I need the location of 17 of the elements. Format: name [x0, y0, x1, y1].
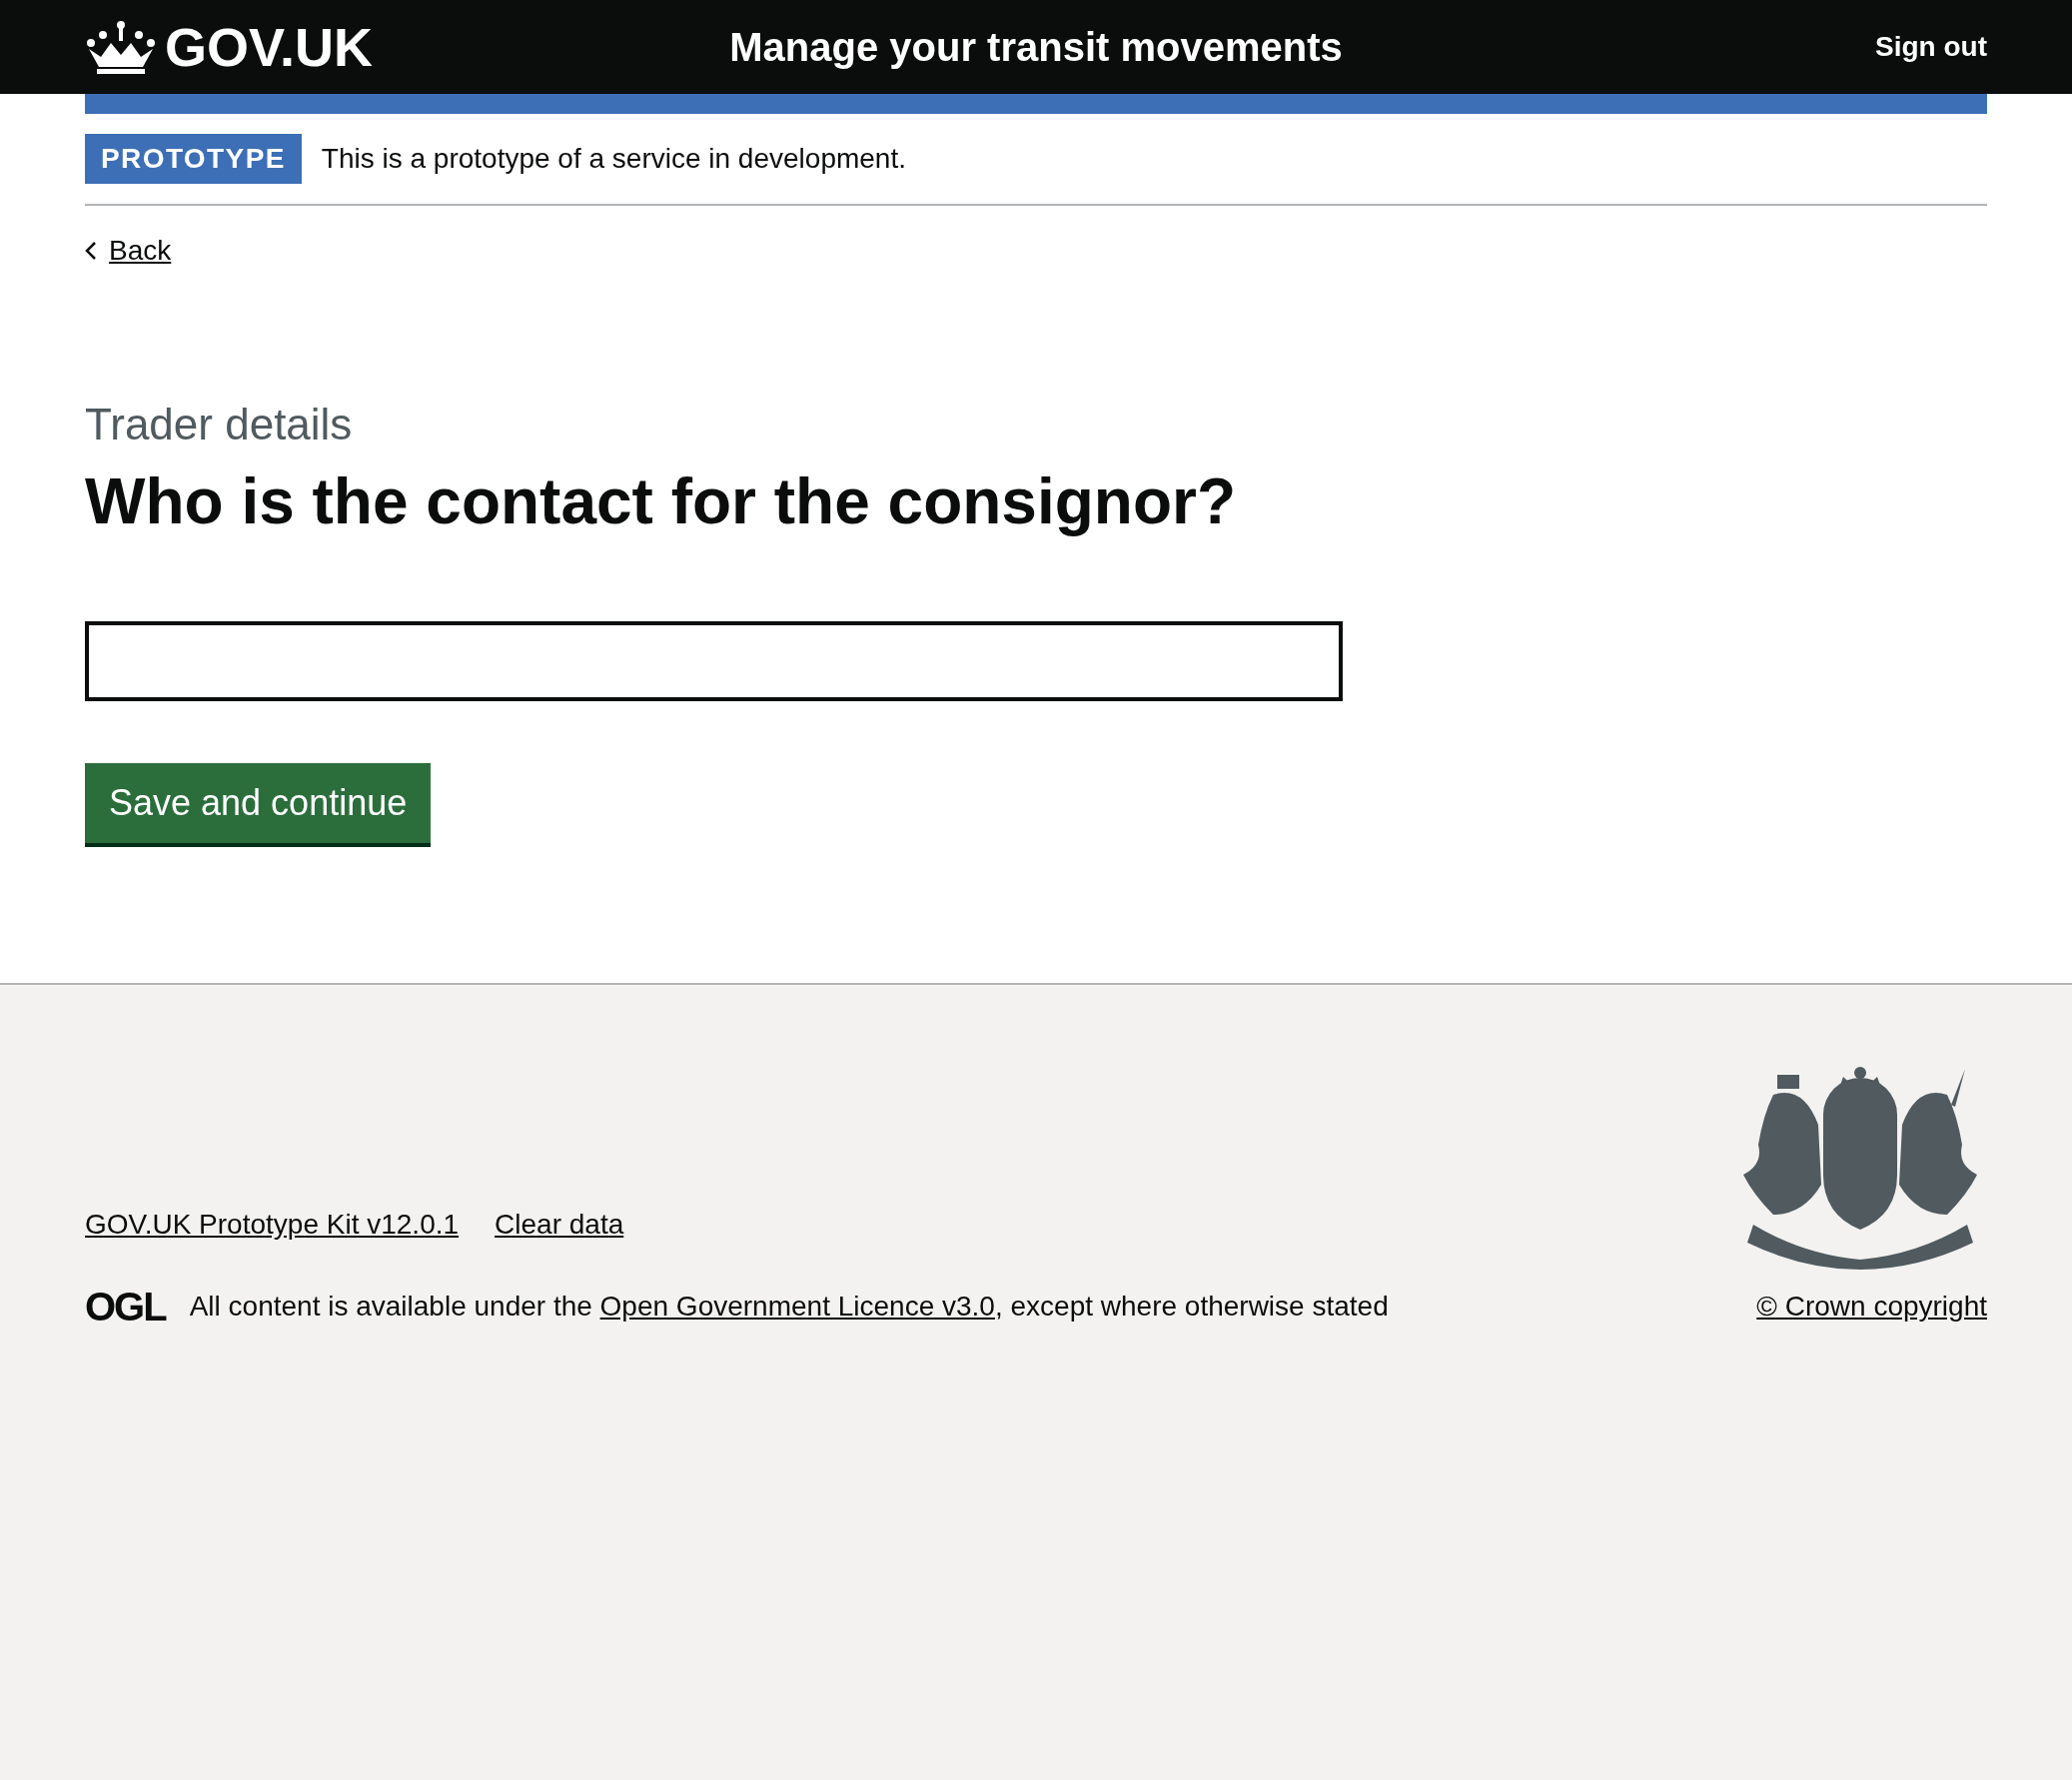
crown-icon	[85, 19, 157, 75]
footer-link[interactable]: Clear data	[495, 1204, 624, 1246]
licence-link[interactable]: Open Government Licence v3.0	[599, 1291, 995, 1322]
phase-banner-text: This is a prototype of a service in development.	[321, 142, 906, 176]
sign-out-link[interactable]: Sign out	[1488, 26, 1987, 68]
footer-link[interactable]: GOV.UK Prototype Kit v12.0.1	[85, 1204, 460, 1246]
copyright-link[interactable]: © Crown copyright	[1756, 1286, 1987, 1328]
back-link[interactable]: Back	[85, 230, 172, 272]
caption: Trader details	[85, 399, 354, 450]
contact-input-field[interactable]	[85, 621, 1343, 701]
logo-link[interactable]: GOV.UK	[85, 6, 584, 88]
ogl-logo: OGL	[85, 1287, 166, 1327]
phase-tag: PROTOTYPE	[85, 134, 302, 184]
service-name[interactable]: Manage your transit movements	[729, 17, 1343, 77]
licence-text: All content is available under the Open Government Licence v3.0, except where otherwise stated	[189, 1290, 1389, 1324]
page-heading: Who is the contact for the consignor?	[85, 464, 1237, 539]
chevron-left-icon	[85, 241, 97, 261]
